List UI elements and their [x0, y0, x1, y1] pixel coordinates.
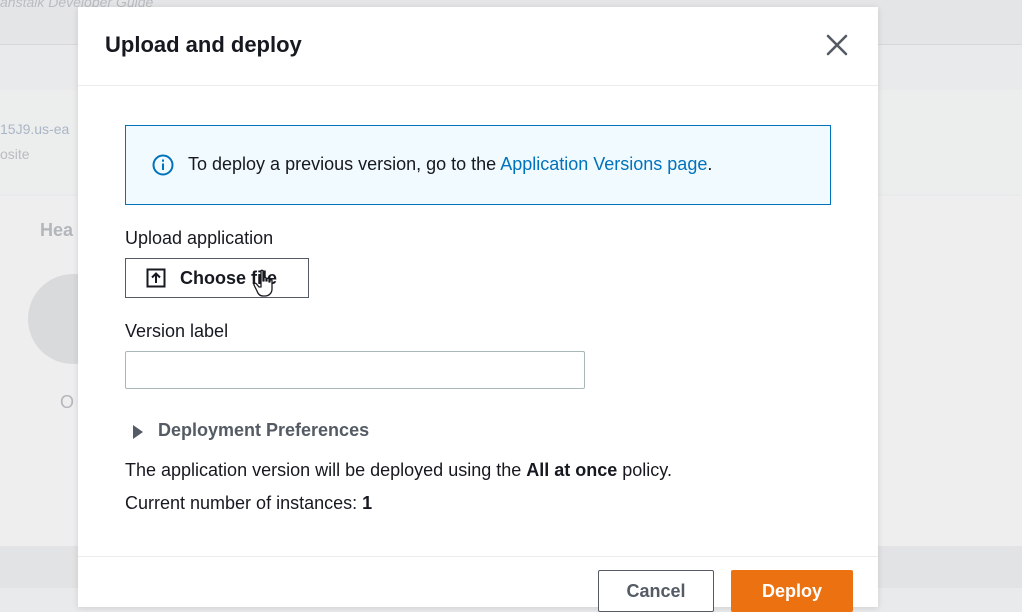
- info-text-after: .: [707, 154, 713, 174]
- policy-name: All at once: [526, 460, 618, 480]
- info-text-before: To deploy a previous version, go to the: [188, 154, 501, 174]
- modal-header: Upload and deploy: [78, 7, 878, 86]
- modal-title: Upload and deploy: [105, 32, 302, 57]
- version-label-title: Version label: [125, 321, 229, 341]
- upload-deploy-modal: Upload and deploy To deploy a previous v…: [78, 7, 878, 607]
- deployment-preferences-label: Deployment Preferences: [158, 420, 370, 440]
- close-icon: [826, 34, 848, 56]
- info-alert: To deploy a previous version, go to the …: [125, 125, 831, 205]
- instances-prefix: Current number of instances:: [125, 493, 363, 513]
- info-text: To deploy a previous version, go to the …: [188, 154, 712, 175]
- policy-prefix: The application version will be deployed…: [125, 460, 527, 480]
- background-subtext: osite: [0, 146, 30, 162]
- instances-text: Current number of instances: 1: [125, 493, 372, 514]
- cancel-button[interactable]: Cancel: [598, 570, 714, 612]
- deploy-button[interactable]: Deploy: [731, 570, 853, 612]
- application-versions-link[interactable]: Application Versions page: [500, 154, 707, 174]
- hand-pointer-icon: [253, 269, 273, 297]
- deploy-button-label: Deploy: [761, 581, 822, 601]
- upload-icon: [146, 268, 166, 288]
- background-panel-title: Hea: [40, 220, 74, 240]
- close-button[interactable]: [824, 32, 850, 58]
- background-status-text: O: [60, 392, 75, 412]
- upload-application-label: Upload application: [125, 228, 274, 248]
- version-label-input[interactable]: [125, 351, 585, 389]
- policy-text: The application version will be deployed…: [125, 460, 672, 481]
- cancel-button-label: Cancel: [626, 581, 686, 601]
- background-link: 15J9.us-ea: [0, 121, 70, 137]
- policy-suffix: policy.: [617, 460, 672, 480]
- instances-count: 1: [362, 493, 373, 513]
- choose-file-button[interactable]: Choose file: [125, 258, 309, 298]
- info-icon: [152, 154, 174, 176]
- caret-right-icon: [133, 425, 143, 439]
